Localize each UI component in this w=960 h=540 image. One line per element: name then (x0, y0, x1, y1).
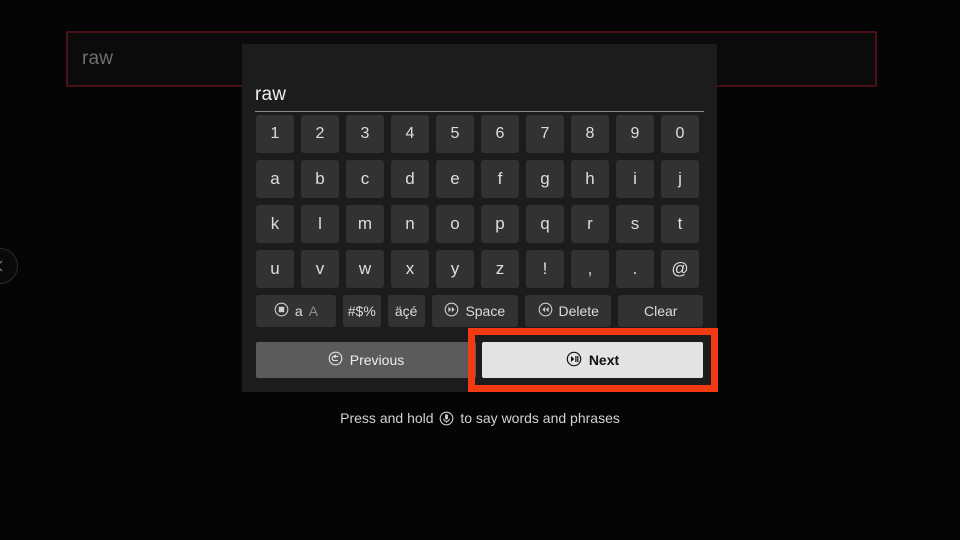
previous-button-label: Previous (349, 352, 405, 368)
key-j[interactable]: j (661, 160, 699, 198)
key-p[interactable]: p (481, 205, 519, 243)
key-s[interactable]: s (616, 205, 654, 243)
key-delete[interactable]: Delete (525, 295, 612, 327)
keyboard-row-k-t: k l m n o p q r s t (256, 205, 703, 243)
background-search-value: raw (82, 48, 114, 69)
key-space[interactable]: Space (431, 295, 519, 327)
key-h[interactable]: h (571, 160, 609, 198)
key-r[interactable]: r (571, 205, 609, 243)
key-delete-label: Delete (558, 303, 599, 319)
onscreen-keyboard-panel: raw 1 2 3 4 5 6 7 8 9 0 a b c d e f g h … (242, 44, 717, 392)
chevron-left-icon (0, 259, 6, 273)
voice-hint-before: Press and hold (340, 410, 434, 426)
key-clear[interactable]: Clear (618, 295, 703, 327)
key-0[interactable]: 0 (661, 115, 699, 153)
key-y[interactable]: y (436, 250, 474, 288)
key-w[interactable]: w (346, 250, 384, 288)
key-g[interactable]: g (526, 160, 564, 198)
remote-playpause-icon (566, 351, 582, 370)
key-8[interactable]: 8 (571, 115, 609, 153)
key-n[interactable]: n (391, 205, 429, 243)
key-u[interactable]: u (256, 250, 294, 288)
previous-button[interactable]: Previous (256, 342, 476, 378)
key-exclamation[interactable]: ! (526, 250, 564, 288)
key-t[interactable]: t (661, 205, 699, 243)
key-e[interactable]: e (436, 160, 474, 198)
voice-hint-after: to say words and phrases (460, 410, 620, 426)
key-a[interactable]: a (256, 160, 294, 198)
key-q[interactable]: q (526, 205, 564, 243)
key-shift-case[interactable]: aA (256, 295, 336, 327)
key-m[interactable]: m (346, 205, 384, 243)
next-button-label: Next (588, 352, 620, 368)
key-space-label: Space (465, 303, 506, 319)
key-z[interactable]: z (481, 250, 519, 288)
key-i[interactable]: i (616, 160, 654, 198)
keyboard-row-a-j: a b c d e f g h i j (256, 160, 703, 198)
key-comma[interactable]: , (571, 250, 609, 288)
key-v[interactable]: v (301, 250, 339, 288)
keyboard-input-value: raw (255, 84, 287, 105)
remote-back-icon (328, 351, 343, 369)
key-b[interactable]: b (301, 160, 339, 198)
key-l[interactable]: l (301, 205, 339, 243)
key-shift-lower-label: a (294, 303, 303, 319)
microphone-icon (439, 411, 454, 429)
key-symbols[interactable]: #$% (342, 295, 381, 327)
keyboard-text-input[interactable]: raw (255, 78, 704, 112)
tv-screen: raw raw 1 2 3 4 5 6 7 8 9 0 a b c d e f … (0, 0, 960, 540)
key-shift-upper-label: A (308, 303, 318, 319)
remote-fastforward-icon (444, 302, 459, 320)
edge-back-button[interactable] (0, 248, 18, 284)
key-f[interactable]: f (481, 160, 519, 198)
key-9[interactable]: 9 (616, 115, 654, 153)
key-3[interactable]: 3 (346, 115, 384, 153)
keyboard-row-functions: aA #$% äçé Space Delete Clear (256, 295, 703, 327)
voice-hint: Press and hold to say words and phrases (0, 410, 960, 429)
key-at[interactable]: @ (661, 250, 699, 288)
key-4[interactable]: 4 (391, 115, 429, 153)
key-2[interactable]: 2 (301, 115, 339, 153)
remote-rewind-icon (538, 302, 553, 320)
key-d[interactable]: d (391, 160, 429, 198)
key-1[interactable]: 1 (256, 115, 294, 153)
key-k[interactable]: k (256, 205, 294, 243)
keyboard-rows: 1 2 3 4 5 6 7 8 9 0 a b c d e f g h i j … (256, 115, 703, 334)
key-accents[interactable]: äçé (387, 295, 425, 327)
remote-select-icon (274, 302, 289, 320)
key-period[interactable]: . (616, 250, 654, 288)
key-o[interactable]: o (436, 205, 474, 243)
key-5[interactable]: 5 (436, 115, 474, 153)
key-6[interactable]: 6 (481, 115, 519, 153)
keyboard-row-u-at: u v w x y z ! , . @ (256, 250, 703, 288)
key-c[interactable]: c (346, 160, 384, 198)
key-7[interactable]: 7 (526, 115, 564, 153)
next-button[interactable]: Next (482, 342, 703, 378)
keyboard-nav-row: Previous Next (256, 342, 703, 378)
keyboard-row-numbers: 1 2 3 4 5 6 7 8 9 0 (256, 115, 703, 153)
key-x[interactable]: x (391, 250, 429, 288)
